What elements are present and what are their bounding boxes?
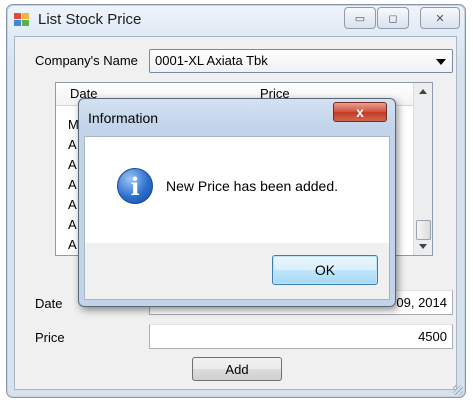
chevron-down-icon[interactable] xyxy=(436,59,446,65)
price-field[interactable]: 4500 xyxy=(149,324,453,349)
information-icon: i xyxy=(117,168,153,204)
dialog-title: Information xyxy=(88,110,159,126)
scroll-up-icon[interactable] xyxy=(419,89,427,94)
close-icon: x xyxy=(356,104,364,120)
app-grid-icon xyxy=(14,13,30,27)
minimize-button[interactable]: ▭ xyxy=(344,7,376,29)
list-item[interactable]: A xyxy=(68,137,77,152)
list-item[interactable]: A xyxy=(68,157,77,172)
dialog-close-button[interactable]: x xyxy=(333,102,387,122)
company-label: Company's Name xyxy=(35,53,138,68)
list-item[interactable]: A xyxy=(68,237,77,252)
maximize-icon: ◻ xyxy=(388,12,398,25)
ok-button[interactable]: OK xyxy=(272,255,378,285)
vertical-scrollbar[interactable] xyxy=(413,83,432,255)
scroll-down-icon[interactable] xyxy=(419,244,427,249)
scroll-thumb[interactable] xyxy=(416,220,431,240)
minimize-icon: ▭ xyxy=(354,12,366,25)
date-field-value: 09, 2014 xyxy=(396,295,447,310)
dialog-message: New Price has been added. xyxy=(166,178,338,194)
list-item[interactable]: A xyxy=(68,197,77,212)
company-select[interactable]: 0001-XL Axiata Tbk xyxy=(149,49,453,73)
company-select-value: 0001-XL Axiata Tbk xyxy=(155,53,268,68)
date-label: Date xyxy=(35,296,63,311)
price-label: Price xyxy=(35,330,65,345)
maximize-button[interactable]: ◻ xyxy=(377,7,409,29)
price-field-value: 4500 xyxy=(418,329,447,344)
close-icon: ✕ xyxy=(435,12,445,25)
window-close-button[interactable]: ✕ xyxy=(420,7,460,29)
list-item[interactable]: A xyxy=(68,217,77,232)
add-button[interactable]: Add xyxy=(192,357,282,381)
resize-grip[interactable] xyxy=(453,385,463,395)
window-title: List Stock Price xyxy=(38,11,142,28)
list-item[interactable]: A xyxy=(68,177,77,192)
